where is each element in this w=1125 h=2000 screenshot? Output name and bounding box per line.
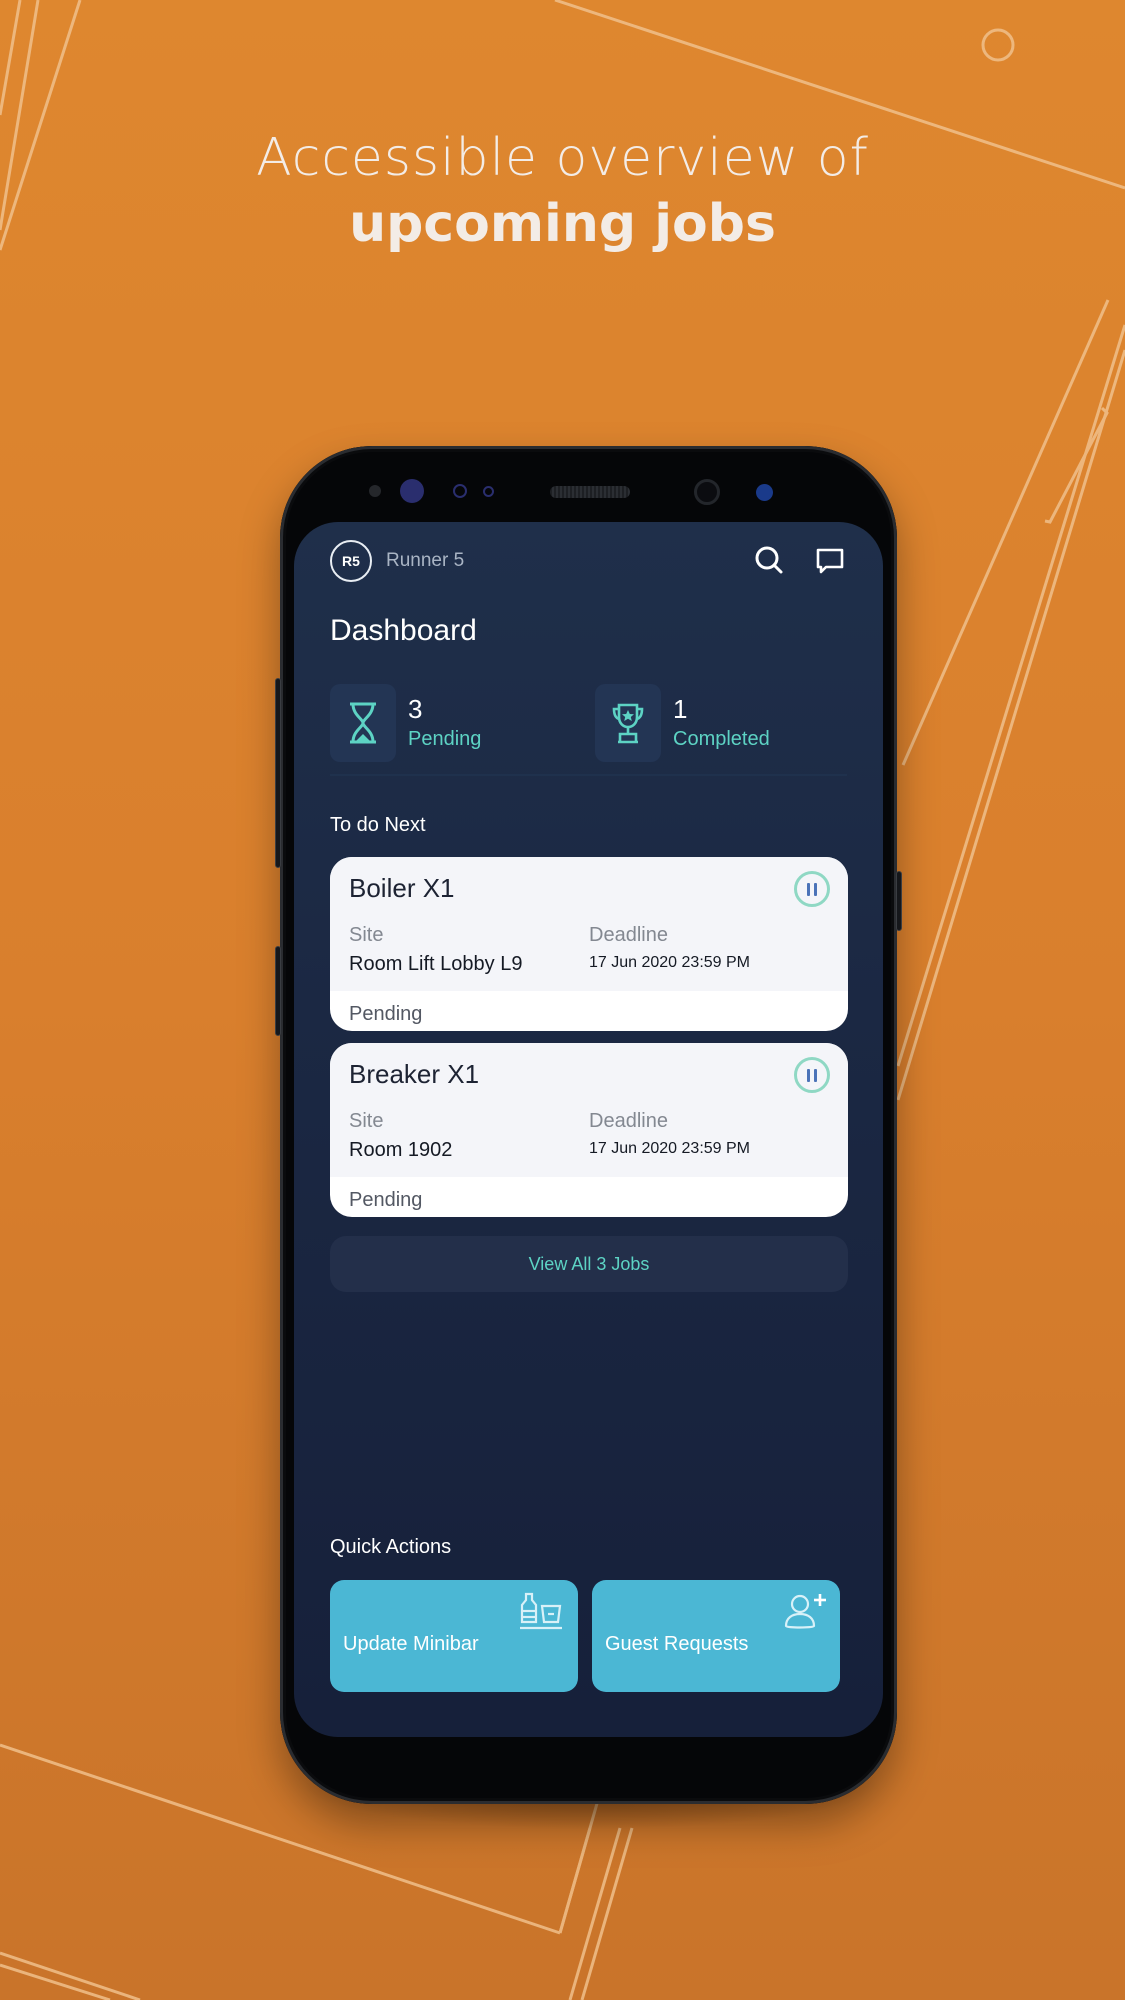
guest-requests-button[interactable]: Guest Requests [592, 1580, 840, 1692]
search-icon [755, 546, 783, 574]
avatar[interactable]: R5 [330, 540, 372, 582]
completed-count: 1 [673, 694, 688, 724]
update-minibar-button[interactable]: Update Minibar [330, 1580, 578, 1692]
job-status: Pending [349, 1003, 423, 1025]
add-user-icon [784, 1594, 826, 1629]
app-header: R5 Runner 5 [330, 538, 847, 584]
pause-button[interactable] [794, 871, 830, 907]
phone-side-button [896, 871, 902, 931]
job-card[interactable]: Boiler X1 Site Room Lift Lobby L9 Deadli… [330, 857, 848, 1031]
guest-requests-label: Guest Requests [605, 1633, 749, 1655]
phone-sensors [280, 446, 897, 516]
phone-frame: R5 Runner 5 Dashboard 3 Pending 1 Comple… [275, 446, 902, 1804]
pending-label: Pending [408, 728, 482, 750]
job-title: Breaker X1 [349, 1059, 480, 1089]
minibar-icon [520, 1592, 562, 1630]
phone-side-button [275, 946, 281, 1036]
site-value: Room 1902 [349, 1139, 453, 1161]
pause-button[interactable] [794, 1057, 830, 1093]
trophy-icon [612, 703, 644, 744]
messages-button[interactable] [813, 544, 847, 578]
hourglass-icon [350, 702, 376, 744]
divider [330, 774, 847, 776]
pending-count: 3 [408, 694, 423, 724]
deadline-label: Deadline [589, 1110, 668, 1132]
stat-completed[interactable]: 1 Completed [595, 684, 835, 762]
page-title: Dashboard [330, 614, 477, 647]
deadline-label: Deadline [589, 924, 668, 946]
todo-section-label: To do Next [330, 814, 426, 836]
marketing-headline: Accessible overview of upcoming jobs [0, 125, 1125, 257]
app-screen: R5 Runner 5 Dashboard 3 Pending 1 Comple… [294, 522, 883, 1737]
chat-bubble-icon [816, 548, 844, 574]
site-label: Site [349, 924, 384, 946]
deadline-value: 17 Jun 2020 23:59 PM [589, 954, 751, 971]
phone-speaker [550, 486, 630, 498]
pause-icon [807, 882, 810, 896]
job-card[interactable]: Breaker X1 Site Room 1902 Deadline 17 Ju… [330, 1043, 848, 1217]
update-minibar-label: Update Minibar [343, 1633, 479, 1655]
deadline-value: 17 Jun 2020 23:59 PM [589, 1140, 751, 1157]
quick-actions-label: Quick Actions [330, 1536, 452, 1558]
site-value: Room Lift Lobby L9 [349, 953, 523, 975]
job-title: Boiler X1 [349, 873, 455, 903]
completed-label: Completed [673, 728, 770, 750]
headline-line-1: Accessible overview of [256, 128, 869, 188]
stat-pending[interactable]: 3 Pending [330, 684, 570, 762]
view-all-jobs-button[interactable]: View All 3 Jobs [330, 1236, 848, 1292]
phone-side-button [275, 678, 281, 868]
job-status: Pending [349, 1189, 423, 1211]
user-name: Runner 5 [386, 550, 465, 571]
stats-row: 3 Pending 1 Completed [330, 684, 847, 764]
headline-line-2: upcoming jobs [349, 194, 776, 254]
search-button[interactable] [753, 544, 787, 578]
site-label: Site [349, 1110, 384, 1132]
pause-icon [807, 1068, 810, 1082]
